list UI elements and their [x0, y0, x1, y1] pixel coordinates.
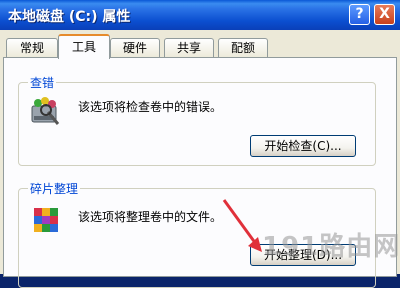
help-button[interactable]: ? — [349, 4, 370, 25]
tab-general[interactable]: 常规 — [6, 38, 58, 58]
watermark: 191路由网 — [262, 232, 400, 262]
window-title: 本地磁盘 (C:) 属性 — [8, 9, 131, 25]
arrow-annotation — [222, 199, 262, 252]
tab-strip: 常规 工具 硬件 共享 配额 — [0, 34, 400, 59]
title-bar[interactable]: 本地磁盘 (C:) 属性 ? X — [0, 0, 400, 30]
defrag-label: 碎片整理 — [28, 180, 81, 197]
properties-window: 本地磁盘 (C:) 属性 ? X 常规 工具 硬件 共享 配额 查错 该选项将检… — [0, 0, 400, 288]
close-button[interactable]: X — [374, 4, 395, 25]
error-check-label: 查错 — [28, 74, 57, 91]
defrag-icon — [34, 208, 58, 232]
tab-quota[interactable]: 配额 — [218, 38, 268, 58]
tab-sharing[interactable]: 共享 — [164, 38, 214, 58]
error-check-description: 该选项将检查卷中的错误。 — [78, 100, 223, 114]
tab-hardware[interactable]: 硬件 — [110, 38, 160, 58]
defrag-description: 该选项将整理卷中的文件。 — [78, 210, 223, 224]
tab-tools[interactable]: 工具 — [58, 34, 110, 59]
start-check-button[interactable]: 开始检查(C)... — [250, 135, 356, 157]
disk-check-icon — [31, 97, 60, 125]
